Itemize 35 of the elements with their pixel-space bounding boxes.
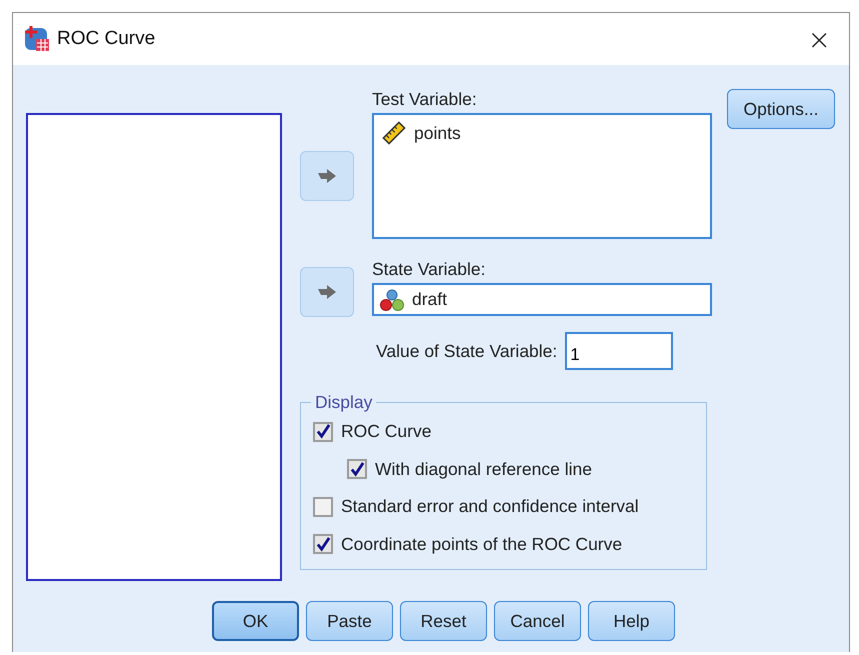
checkbox-label: ROC Curve xyxy=(341,421,432,442)
source-variable-list[interactable] xyxy=(26,113,282,581)
checkbox[interactable] xyxy=(347,459,367,480)
checkbox[interactable] xyxy=(313,496,333,517)
group-title: Display xyxy=(314,392,374,413)
checkbox-label: Standard error and confidence interval xyxy=(341,496,639,518)
check-icon xyxy=(316,536,330,552)
move-button[interactable] xyxy=(300,151,354,201)
arrow-icon xyxy=(317,168,337,184)
field-label: State Variable: xyxy=(372,259,486,280)
options-button[interactable]: Options... xyxy=(727,89,835,129)
checkbox-label: Coordinate points of the ROC Curve xyxy=(341,534,622,555)
dialog-button[interactable]: Paste xyxy=(306,601,393,641)
variable-name: points xyxy=(414,122,461,144)
field-label: Test Variable: xyxy=(372,89,478,110)
input-field[interactable]: 1 xyxy=(565,332,674,370)
circles-icon xyxy=(380,288,404,312)
field-label: Value of State Variable: xyxy=(376,340,558,362)
checkbox[interactable] xyxy=(313,534,333,554)
dialog-button[interactable]: Reset xyxy=(400,601,487,641)
dialog-button[interactable]: Cancel xyxy=(494,601,581,641)
variable-name: draft xyxy=(412,289,448,310)
close-button[interactable]: × xyxy=(800,22,839,56)
state-variable-field[interactable]: draft xyxy=(372,283,712,316)
dialog-button[interactable]: OK xyxy=(212,601,299,641)
window-title: ROC Curve xyxy=(57,28,156,50)
move-button[interactable] xyxy=(300,267,354,317)
arrow-icon xyxy=(317,284,337,300)
checkbox[interactable] xyxy=(313,422,333,442)
check-icon xyxy=(316,424,330,440)
app-icon xyxy=(23,25,51,53)
checkbox-label: With diagonal reference line xyxy=(375,458,592,480)
dialog-button[interactable]: Help xyxy=(588,601,675,641)
test-variable-list[interactable]: points xyxy=(372,113,712,239)
check-icon xyxy=(350,462,364,477)
